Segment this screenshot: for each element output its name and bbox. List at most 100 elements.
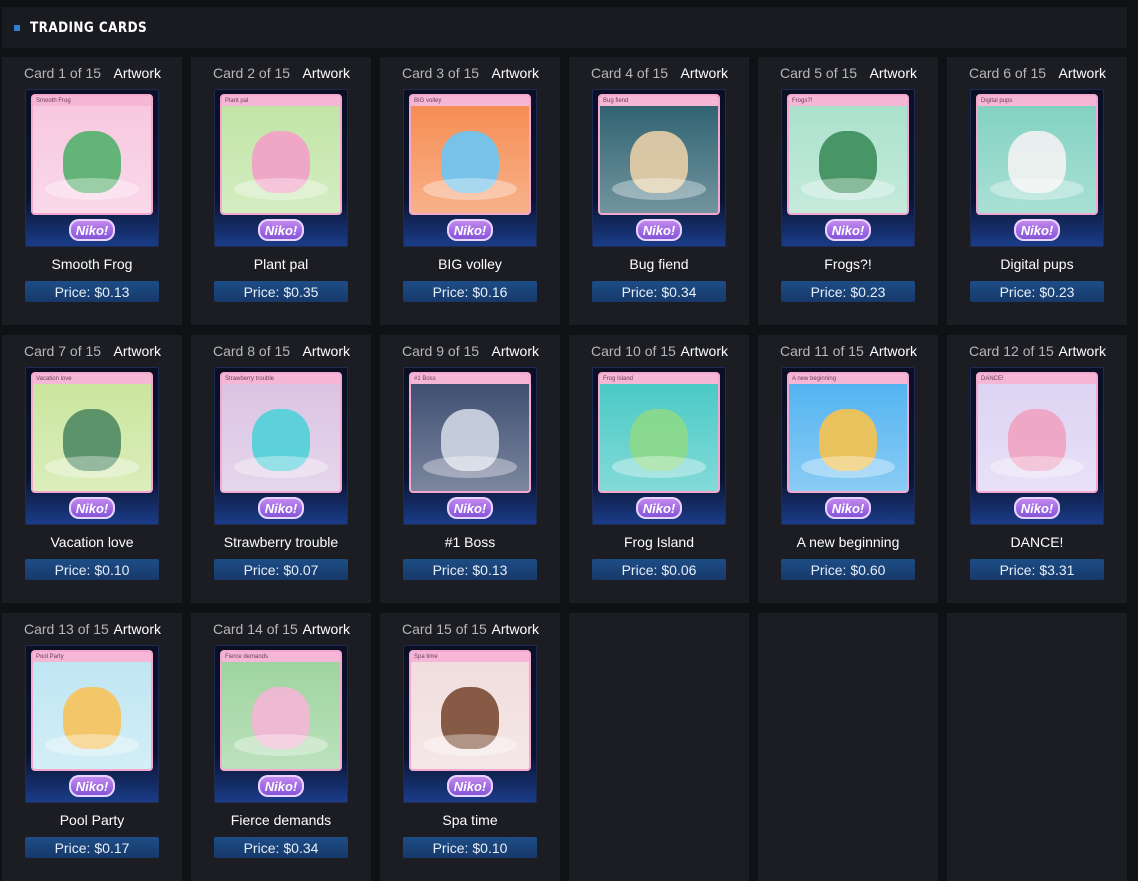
card-header: Card 12 of 15 Artwork bbox=[947, 343, 1127, 359]
card-image[interactable]: Strawberry trouble Niko! bbox=[214, 367, 348, 525]
card-image[interactable]: Smooth Frog Niko! bbox=[25, 89, 159, 247]
card-artwork: Frogs?! bbox=[787, 94, 909, 215]
card-image[interactable]: Bug fiend Niko! bbox=[592, 89, 726, 247]
card-image[interactable]: Frog Island Niko! bbox=[592, 367, 726, 525]
trading-card[interactable]: Card 5 of 15 Artwork Frogs?! Niko! Frogs… bbox=[758, 57, 938, 325]
card-name: Frogs?! bbox=[824, 256, 872, 272]
card-type: Artwork bbox=[869, 65, 917, 81]
art-figure-icon bbox=[612, 456, 706, 478]
card-number: Card 15 of 15 bbox=[402, 621, 487, 637]
price-label: Price: bbox=[432, 283, 469, 300]
trading-card[interactable]: Card 10 of 15 Artwork Frog Island Niko! … bbox=[569, 335, 749, 603]
card-artwork: Plant pal bbox=[220, 94, 342, 215]
price-value: $0.06 bbox=[661, 561, 697, 578]
price-button[interactable]: Price: $0.07 bbox=[214, 559, 348, 580]
price-button[interactable]: Price: $0.60 bbox=[781, 559, 915, 580]
empty-card-slot bbox=[947, 613, 1127, 881]
price-label: Price: bbox=[54, 839, 91, 856]
price-value: $0.17 bbox=[94, 839, 130, 856]
price-value: $3.31 bbox=[1039, 561, 1075, 578]
price-button[interactable]: Price: $0.23 bbox=[781, 281, 915, 302]
card-artwork: Digital pups bbox=[976, 94, 1098, 215]
trading-card[interactable]: Card 12 of 15 Artwork DANCE! Niko! DANCE… bbox=[947, 335, 1127, 603]
card-type: Artwork bbox=[302, 343, 350, 359]
trading-card[interactable]: Card 8 of 15 Artwork Strawberry trouble … bbox=[191, 335, 371, 603]
price-value: $0.23 bbox=[1039, 283, 1075, 300]
trading-card[interactable]: Card 15 of 15 Artwork Spa time Niko! Spa… bbox=[380, 613, 560, 881]
price-label: Price: bbox=[621, 283, 658, 300]
card-image[interactable]: DANCE! Niko! bbox=[970, 367, 1104, 525]
price-button[interactable]: Price: $0.06 bbox=[592, 559, 726, 580]
price-label: Price: bbox=[999, 561, 1036, 578]
card-image[interactable]: Vacation love Niko! bbox=[25, 367, 159, 525]
card-number: Card 7 of 15 bbox=[24, 343, 102, 359]
price-button[interactable]: Price: $0.34 bbox=[214, 837, 348, 858]
price-button[interactable]: Price: $0.35 bbox=[214, 281, 348, 302]
card-image[interactable]: Digital pups Niko! bbox=[970, 89, 1104, 247]
price-button[interactable]: Price: $0.13 bbox=[403, 559, 537, 580]
niko-logo-icon: Niko! bbox=[1014, 219, 1060, 241]
card-artwork: Frog Island bbox=[598, 372, 720, 493]
card-type: Artwork bbox=[680, 65, 728, 81]
niko-logo-icon: Niko! bbox=[825, 219, 871, 241]
card-name: A new beginning bbox=[796, 534, 900, 550]
trading-card[interactable]: Card 6 of 15 Artwork Digital pups Niko! … bbox=[947, 57, 1127, 325]
trading-card[interactable]: Card 11 of 15 Artwork A new beginning Ni… bbox=[758, 335, 938, 603]
card-image[interactable]: Plant pal Niko! bbox=[214, 89, 348, 247]
card-art-title: Plant pal bbox=[222, 96, 340, 106]
trading-card[interactable]: Card 1 of 15 Artwork Smooth Frog Niko! S… bbox=[2, 57, 182, 325]
trading-card[interactable]: Card 7 of 15 Artwork Vacation love Niko!… bbox=[2, 335, 182, 603]
card-header: Card 11 of 15 Artwork bbox=[758, 343, 938, 359]
card-type: Artwork bbox=[302, 621, 350, 637]
card-number: Card 11 of 15 bbox=[780, 343, 864, 359]
card-artwork: Pool Party bbox=[31, 650, 153, 771]
card-name: #1 Boss bbox=[444, 534, 496, 550]
card-image[interactable]: BIG volley Niko! bbox=[403, 89, 537, 247]
niko-logo-icon: Niko! bbox=[69, 219, 115, 241]
art-figure-icon bbox=[234, 456, 328, 478]
card-name: DANCE! bbox=[1010, 534, 1064, 550]
price-button[interactable]: Price: $0.13 bbox=[25, 281, 159, 302]
card-image[interactable]: Fierce demands Niko! bbox=[214, 645, 348, 803]
card-header: Card 15 of 15 Artwork bbox=[380, 621, 560, 637]
price-button[interactable]: Price: $0.10 bbox=[403, 837, 537, 858]
card-artwork: A new beginning bbox=[787, 372, 909, 493]
trading-card[interactable]: Card 9 of 15 Artwork #1 Boss Niko! #1 Bo… bbox=[380, 335, 560, 603]
card-artwork: Strawberry trouble bbox=[220, 372, 342, 493]
card-name: Plant pal bbox=[253, 256, 309, 272]
art-figure-icon bbox=[234, 734, 328, 756]
price-button[interactable]: Price: $0.16 bbox=[403, 281, 537, 302]
trading-card[interactable]: Card 14 of 15 Artwork Fierce demands Nik… bbox=[191, 613, 371, 881]
card-image[interactable]: #1 Boss Niko! bbox=[403, 367, 537, 525]
card-image[interactable]: Frogs?! Niko! bbox=[781, 89, 915, 247]
trading-card[interactable]: Card 4 of 15 Artwork Bug fiend Niko! Bug… bbox=[569, 57, 749, 325]
card-artwork: Vacation love bbox=[31, 372, 153, 493]
price-button[interactable]: Price: $0.34 bbox=[592, 281, 726, 302]
card-number: Card 14 of 15 bbox=[213, 621, 298, 637]
trading-card[interactable]: Card 3 of 15 Artwork BIG volley Niko! BI… bbox=[380, 57, 560, 325]
card-number: Card 4 of 15 bbox=[591, 65, 669, 81]
price-button[interactable]: Price: $3.31 bbox=[970, 559, 1104, 580]
trading-card[interactable]: Card 2 of 15 Artwork Plant pal Niko! Pla… bbox=[191, 57, 371, 325]
card-image[interactable]: A new beginning Niko! bbox=[781, 367, 915, 525]
card-name: Smooth Frog bbox=[51, 256, 133, 272]
card-type: Artwork bbox=[491, 621, 539, 637]
card-image[interactable]: Spa time Niko! bbox=[403, 645, 537, 803]
card-number: Card 2 of 15 bbox=[213, 65, 291, 81]
price-value: $0.10 bbox=[472, 839, 508, 856]
price-label: Price: bbox=[243, 561, 280, 578]
card-name: BIG volley bbox=[438, 256, 502, 272]
card-art-title: Frog Island bbox=[600, 374, 718, 384]
card-image[interactable]: Pool Party Niko! bbox=[25, 645, 159, 803]
price-label: Price: bbox=[54, 561, 91, 578]
trading-card[interactable]: Card 13 of 15 Artwork Pool Party Niko! P… bbox=[2, 613, 182, 881]
niko-logo-icon: Niko! bbox=[825, 497, 871, 519]
price-button[interactable]: Price: $0.23 bbox=[970, 281, 1104, 302]
niko-logo-icon: Niko! bbox=[258, 497, 304, 519]
price-button[interactable]: Price: $0.17 bbox=[25, 837, 159, 858]
card-number: Card 8 of 15 bbox=[213, 343, 291, 359]
price-value: $0.34 bbox=[661, 283, 697, 300]
card-header: Card 8 of 15 Artwork bbox=[191, 343, 371, 359]
price-button[interactable]: Price: $0.10 bbox=[25, 559, 159, 580]
card-artwork: Spa time bbox=[409, 650, 531, 771]
